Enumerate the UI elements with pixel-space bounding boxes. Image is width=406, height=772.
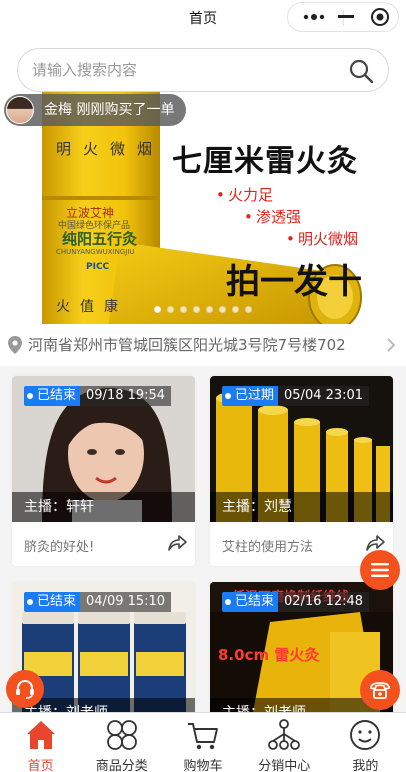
- tab-label: 我的: [352, 759, 379, 772]
- carousel-dot[interactable]: [154, 306, 161, 313]
- top-navbar: 首页: [0, 0, 406, 34]
- banner-carousel[interactable]: 明火微烟 立波艾神 纯阳五行灸 中国绿色环保产品 CHUNYANGWUXINGJ…: [0, 92, 406, 324]
- carousel-dot[interactable]: [167, 306, 174, 313]
- home-icon: [26, 721, 55, 749]
- tube-top-text: 明火微烟: [56, 140, 165, 158]
- host-name: 主播：刘慧: [210, 492, 393, 522]
- live-status-badge: 已结束 02/16 12:48: [222, 592, 370, 612]
- tube-pinyin-text: CHUNYANGWUXINGJIU: [56, 248, 135, 256]
- floating-menu-button[interactable]: [360, 550, 400, 590]
- poster-size-text: 8.0cm 雷火灸: [218, 646, 320, 664]
- tube-name-text: 纯阳五行灸: [62, 230, 138, 248]
- banner-headline: 七厘米雷火灸: [172, 144, 358, 179]
- tab-label: 分销中心: [258, 759, 311, 772]
- headset-icon: [16, 679, 34, 699]
- minimize-icon: [338, 15, 354, 18]
- address-text: 河南省郑州市管城回簇区阳光城3号院7号楼702: [28, 336, 346, 354]
- address-bar[interactable]: 河南省郑州市管城回簇区阳光城3号院7号楼702: [0, 324, 406, 366]
- status-text: 已结束: [235, 594, 275, 609]
- carousel-dot[interactable]: [193, 306, 200, 313]
- live-title: 脐灸的好处!: [24, 540, 95, 555]
- bottom-tab-bar: 首页 商品分类 购物车 分销中心 我的: [0, 712, 406, 772]
- tab-distribution[interactable]: 分销中心: [244, 713, 325, 772]
- banner-slogan: 拍一发十: [226, 262, 362, 302]
- tube-desc-text: 中国绿色环保产品: [58, 221, 131, 231]
- purchase-notice: 金梅 刚刚购买了一单: [4, 94, 187, 126]
- page: 首页 请输入搜索内容 明火微烟 立波艾神 纯阳五行灸 中国绿色环保产品 CHUN…: [0, 0, 406, 772]
- status-text: 已结束: [37, 388, 77, 403]
- host-name: 主播：轩轩: [12, 492, 195, 522]
- status-text: 已结束: [37, 594, 77, 609]
- live-time: 09/18 19:54: [80, 386, 172, 406]
- menu-icon: [371, 563, 389, 577]
- close-button[interactable]: [362, 3, 398, 31]
- live-time: 05/04 23:01: [278, 386, 370, 406]
- carousel-dot[interactable]: [245, 306, 252, 313]
- live-time: 04/09 15:10: [80, 592, 172, 612]
- distribution-icon: [268, 719, 301, 750]
- tab-cart[interactable]: 购物车: [162, 713, 243, 772]
- live-card[interactable]: 已过期 05/04 23:01 主播：刘慧 艾柱的使用方法: [210, 376, 393, 566]
- search-icon[interactable]: [348, 58, 374, 84]
- tab-category[interactable]: 商品分类: [81, 713, 162, 772]
- customer-service-button[interactable]: [6, 670, 44, 708]
- carousel-indicators: [0, 306, 406, 313]
- live-card[interactable]: 已结束 09/18 19:54 主播：轩轩 脐灸的好处!: [12, 376, 195, 566]
- tube-tag-text: PICC: [86, 262, 110, 272]
- location-pin-icon: [8, 336, 22, 354]
- live-status-badge: 已结束 09/18 19:54: [24, 386, 172, 406]
- search-bar: [0, 34, 406, 100]
- banner-feature-list: 火力足 渗透强 明火微烟: [216, 184, 358, 250]
- tab-label: 购物车: [183, 759, 223, 772]
- tab-label: 首页: [27, 759, 54, 772]
- tab-label: 商品分类: [95, 759, 148, 772]
- live-time: 02/16 12:48: [278, 592, 370, 612]
- profile-icon: [350, 720, 381, 750]
- tab-profile[interactable]: 我的: [325, 713, 406, 772]
- search-input[interactable]: [32, 58, 332, 82]
- feature-item: 明火微烟: [286, 228, 358, 250]
- phone-icon: [370, 682, 390, 699]
- feature-item: 火力足: [216, 184, 358, 206]
- more-button[interactable]: [296, 3, 332, 31]
- mini-program-capsule: [287, 2, 399, 32]
- feature-item: 渗透强: [244, 206, 358, 228]
- carousel-dot[interactable]: [206, 306, 213, 313]
- more-dots-icon: [303, 14, 325, 20]
- category-icon: [106, 720, 137, 750]
- status-text: 已过期: [235, 388, 275, 403]
- phone-call-button[interactable]: [360, 670, 400, 710]
- carousel-dot[interactable]: [219, 306, 226, 313]
- search-box[interactable]: [17, 48, 389, 92]
- share-icon[interactable]: [167, 534, 187, 552]
- carousel-dot[interactable]: [232, 306, 239, 313]
- live-title: 艾柱的使用方法: [222, 540, 314, 555]
- close-circle-icon: [371, 8, 389, 26]
- minimize-button[interactable]: [328, 3, 364, 31]
- tab-home[interactable]: 首页: [0, 713, 81, 772]
- chevron-right-icon: [387, 338, 396, 352]
- live-status-badge: 已结束 04/09 15:10: [24, 592, 172, 612]
- card-footer: 脐灸的好处!: [12, 522, 195, 566]
- cart-icon: [188, 723, 218, 750]
- live-status-badge: 已过期 05/04 23:01: [222, 386, 370, 406]
- purchase-notice-text: 金梅 刚刚购买了一单: [44, 102, 175, 118]
- buyer-avatar: [6, 96, 34, 124]
- carousel-dot[interactable]: [180, 306, 187, 313]
